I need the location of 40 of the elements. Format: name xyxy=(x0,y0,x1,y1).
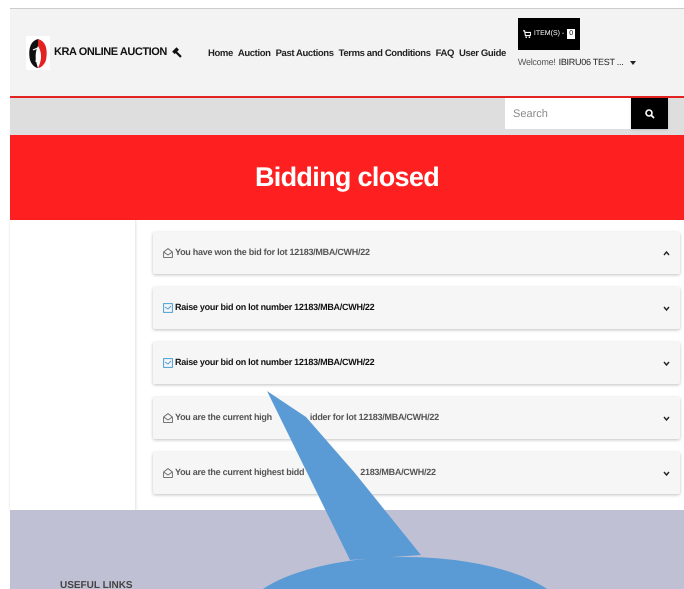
chevron-down-icon[interactable] xyxy=(663,416,670,420)
nav-link[interactable]: FAQ xyxy=(436,47,454,62)
user-menu[interactable]: IBIRU06 TEST ... xyxy=(558,56,624,70)
notification-title: Raise your bid on lot number 12183/MBA/CWH/22 xyxy=(175,356,374,370)
notification-header[interactable]: Raise your bid on lot number 12183/MBA/CWH/22 xyxy=(153,287,680,329)
welcome-text: Welcome! xyxy=(518,56,556,69)
gavel-icon xyxy=(170,47,182,58)
notification-title: idder for lot 12183/MBA/CWH/22 xyxy=(310,411,439,424)
site-title[interactable]: KRA ONLINE AUCTION xyxy=(54,44,167,61)
notification-title: Raise your bid on lot number 12183/MBA/CWH/22 xyxy=(175,301,374,314)
notification-title: You have won the bid for lot 12183/MBA/CWH/22 xyxy=(175,246,370,260)
open-envelope-icon xyxy=(163,468,173,478)
checked-envelope-icon xyxy=(163,303,173,313)
nav-link[interactable]: Terms and Conditions xyxy=(338,47,431,62)
notification-header[interactable]: You have won the bid for lot 12183/MBA/CWH/22 xyxy=(153,232,680,274)
notification-title: 2183/MBA/CWH/22 xyxy=(360,466,436,480)
nav-link[interactable]: Auction xyxy=(238,47,271,62)
nav-link[interactable]: User Guide xyxy=(459,47,506,62)
chevron-down-icon[interactable] xyxy=(663,360,670,366)
dropdown-caret-icon[interactable] xyxy=(630,60,636,64)
notification-title: You are the current high xyxy=(175,411,272,424)
chevron-down-icon[interactable] xyxy=(663,306,670,310)
chevron-down-icon[interactable] xyxy=(663,470,670,476)
chevron-up-icon[interactable] xyxy=(663,250,670,256)
search-button[interactable] xyxy=(631,98,668,129)
banner-title: Bidding closed xyxy=(254,161,440,194)
footer-heading: USEFUL LINKS xyxy=(60,580,133,589)
lion-logo-icon[interactable] xyxy=(26,36,50,70)
open-envelope-icon xyxy=(163,413,173,423)
notification-header[interactable]: You are the current high idder for lot 12183/MBA/CWH/22 xyxy=(153,397,680,439)
notification-header[interactable]: Raise your bid on lot number 12183/MBA/CWH/22 xyxy=(153,342,680,384)
nav-link[interactable]: Past Auctions xyxy=(276,47,334,62)
search-field[interactable]: Search xyxy=(505,98,631,129)
notification-header[interactable]: You are the current highest bidd 2183/MBA/CWH/22 xyxy=(153,452,680,494)
open-envelope-icon xyxy=(163,248,173,258)
search-icon xyxy=(644,108,654,118)
checked-envelope-icon xyxy=(163,358,173,368)
nav-link[interactable]: Home xyxy=(208,47,233,62)
notification-title: You are the current highest bidd xyxy=(175,466,304,480)
cart-icon xyxy=(522,30,531,38)
